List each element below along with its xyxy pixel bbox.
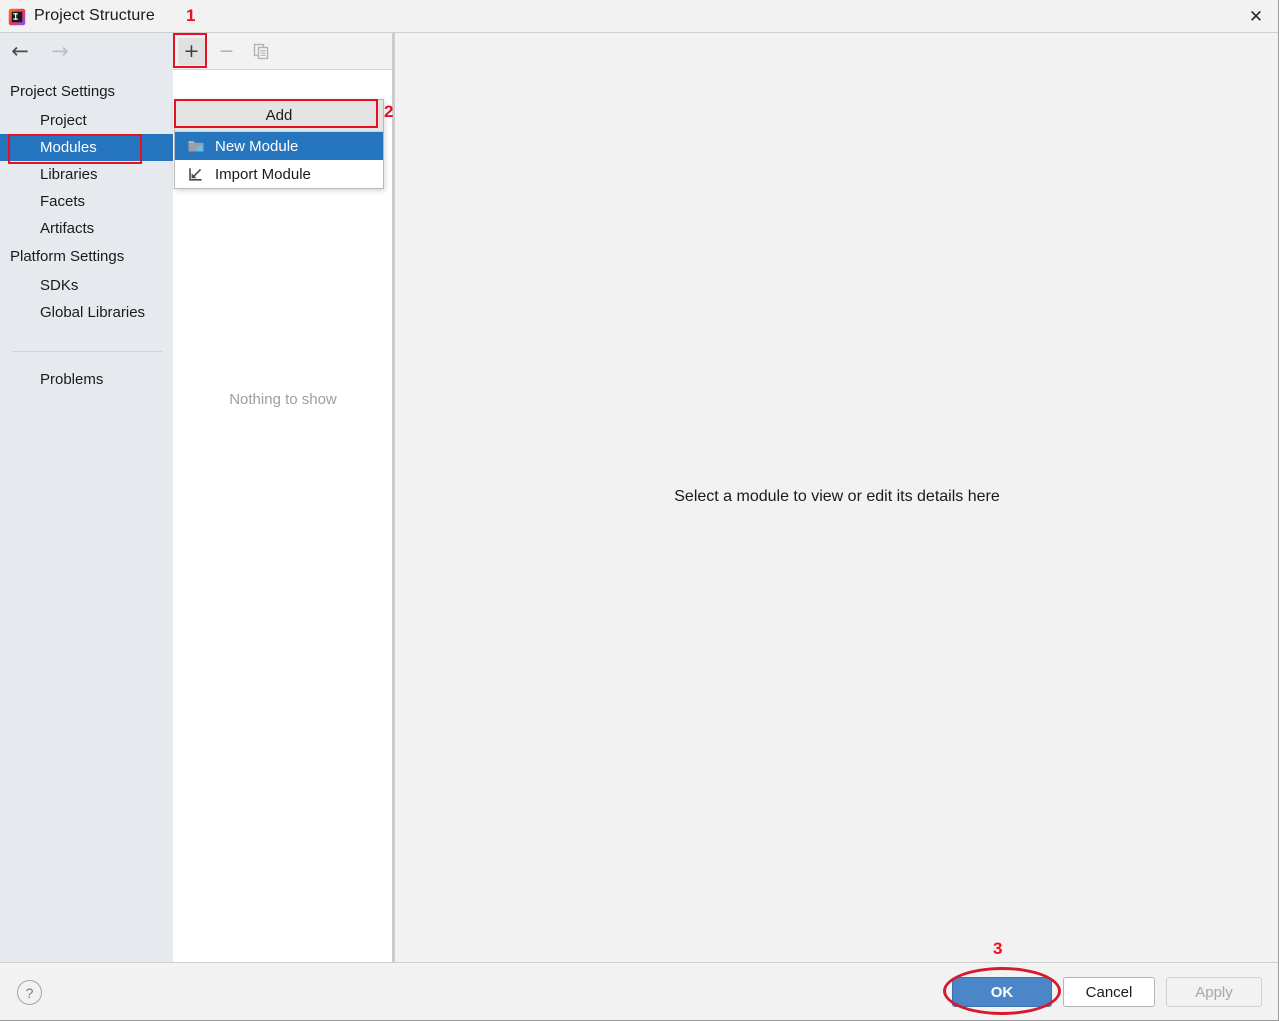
sidebar-item-sdks[interactable]: SDKs	[0, 272, 173, 299]
navigation-bar: ← →	[0, 33, 173, 70]
sidebar-item-label: Problems	[40, 371, 103, 388]
plus-icon[interactable]: +	[178, 38, 205, 65]
sidebar-item-label: Facets	[40, 193, 85, 210]
copy-icon[interactable]	[248, 38, 275, 65]
page-title: Project Structure	[34, 7, 155, 25]
menu-item-label: Import Module	[215, 166, 311, 183]
ok-button[interactable]: OK	[952, 977, 1052, 1007]
copy-icon-glyph	[253, 43, 270, 60]
sidebar-tree: Project Settings Project Modules Librari…	[0, 77, 173, 326]
minus-icon[interactable]: −	[213, 38, 240, 65]
close-icon[interactable]: ✕	[1233, 0, 1279, 33]
sidebar-item-modules[interactable]: Modules	[0, 134, 173, 161]
sidebar-item-artifacts[interactable]: Artifacts	[0, 215, 173, 242]
project-structure-dialog: Project Structure ✕ ← → Project Settings…	[0, 0, 1279, 1021]
sidebar-item-label: Libraries	[40, 166, 98, 183]
popup-menu-title: Add	[175, 100, 383, 132]
back-arrow-icon[interactable]: ←	[9, 41, 31, 63]
add-popup-menu: Add New Module Import Module	[174, 99, 384, 189]
detail-placeholder-text: Select a module to view or edit its deta…	[395, 488, 1279, 506]
sidebar-item-project[interactable]: Project	[0, 107, 173, 134]
sidebar-item-label: SDKs	[40, 277, 78, 294]
title-bar: Project Structure ✕	[0, 0, 1279, 33]
empty-state-label: Nothing to show	[173, 391, 393, 408]
sidebar-item-libraries[interactable]: Libraries	[0, 161, 173, 188]
sidebar-item-facets[interactable]: Facets	[0, 188, 173, 215]
modules-toolbar: + −	[173, 33, 393, 70]
import-module-arrow-icon	[187, 165, 205, 183]
cancel-button[interactable]: Cancel	[1063, 977, 1155, 1007]
menu-item-import-module[interactable]: Import Module	[175, 160, 383, 188]
sidebar-item-label: Project	[40, 112, 87, 129]
forward-arrow-icon[interactable]: →	[49, 41, 71, 63]
sidebar-group-project-settings: Project Settings	[0, 77, 173, 107]
sidebar-item-problems[interactable]: Problems	[0, 366, 173, 393]
sidebar: ← → Project Settings Project Modules Lib…	[0, 33, 173, 962]
sidebar-divider	[12, 351, 162, 352]
dialog-body: ← → Project Settings Project Modules Lib…	[0, 33, 1279, 962]
apply-button: Apply	[1166, 977, 1262, 1007]
sidebar-group-platform-settings: Platform Settings	[0, 242, 173, 272]
help-question-icon[interactable]: ?	[17, 980, 42, 1005]
menu-item-new-module[interactable]: New Module	[175, 132, 383, 160]
menu-item-label: New Module	[215, 138, 298, 155]
sidebar-item-global-libraries[interactable]: Global Libraries	[0, 299, 173, 326]
new-module-folder-icon	[187, 137, 205, 155]
sidebar-item-label: Global Libraries	[40, 304, 145, 321]
sidebar-item-label: Modules	[40, 139, 97, 156]
module-detail-panel: Select a module to view or edit its deta…	[395, 33, 1279, 962]
intellij-idea-logo-icon	[8, 8, 26, 26]
sidebar-item-label: Artifacts	[40, 220, 94, 237]
